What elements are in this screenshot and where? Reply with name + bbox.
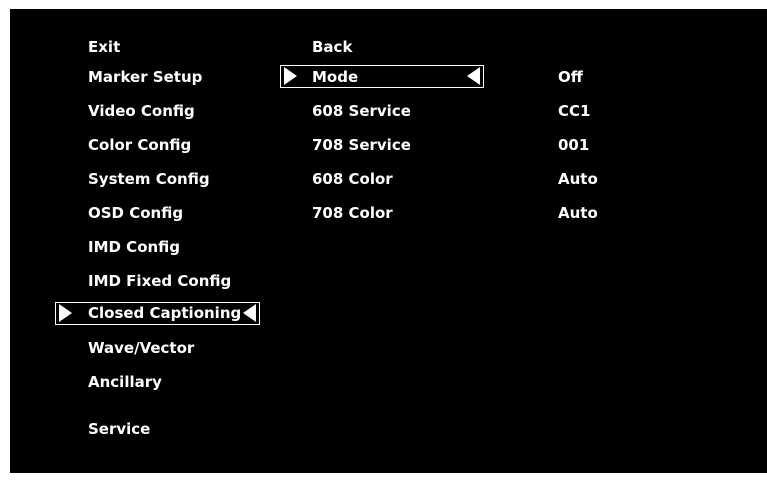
- value-708-service: 001: [558, 136, 590, 154]
- submenu-item-608-service[interactable]: 608 Service: [312, 101, 411, 121]
- menu-item-video-config[interactable]: Video Config: [88, 101, 195, 121]
- submenu-item-608-color[interactable]: 608 Color: [312, 169, 393, 189]
- value-mode: Off: [558, 68, 583, 86]
- selection-arrow-left-icon: [467, 67, 480, 85]
- selection-box-mode[interactable]: [280, 65, 484, 88]
- value-608-service: CC1: [558, 102, 591, 120]
- selection-arrow-left-icon: [243, 304, 256, 322]
- value-708-color: Auto: [558, 204, 598, 222]
- menu-item-color-config[interactable]: Color Config: [88, 135, 191, 155]
- menu-item-closed-captioning[interactable]: Closed Captioning: [88, 303, 241, 323]
- menu-item-imd-config[interactable]: IMD Config: [88, 237, 180, 257]
- menu-item-marker-setup[interactable]: Marker Setup: [88, 67, 202, 87]
- menu-item-ancillary[interactable]: Ancillary: [88, 372, 162, 392]
- menu-item-imd-fixed-config[interactable]: IMD Fixed Config: [88, 271, 231, 291]
- selection-arrow-right-icon: [284, 67, 297, 85]
- menu-item-service[interactable]: Service: [88, 419, 150, 439]
- menu-item-system-config[interactable]: System Config: [88, 169, 210, 189]
- menu-item-wave-vector[interactable]: Wave/Vector: [88, 338, 194, 358]
- submenu-item-back[interactable]: Back: [312, 37, 352, 57]
- menu-item-osd-config[interactable]: OSD Config: [88, 203, 183, 223]
- submenu-item-mode[interactable]: Mode: [312, 67, 358, 87]
- menu-item-exit[interactable]: Exit: [88, 37, 120, 57]
- osd-menu-panel: Exit Marker Setup Video Config Color Con…: [10, 9, 767, 473]
- submenu-item-708-color[interactable]: 708 Color: [312, 203, 393, 223]
- submenu-item-708-service[interactable]: 708 Service: [312, 135, 411, 155]
- value-608-color: Auto: [558, 170, 598, 188]
- selection-arrow-right-icon: [59, 304, 72, 322]
